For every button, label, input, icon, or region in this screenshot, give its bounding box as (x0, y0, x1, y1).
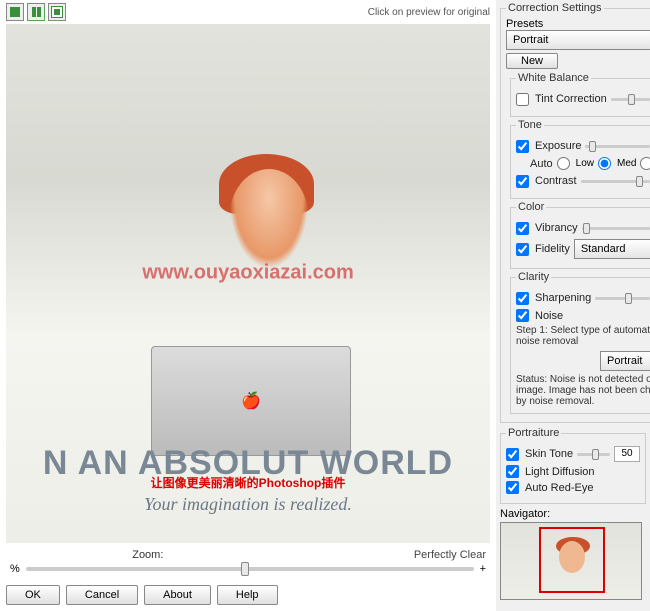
light-diffusion-label: Light Diffusion (525, 466, 595, 478)
tone-title: Tone (516, 119, 544, 131)
fidelity-label: Fidelity (535, 243, 570, 255)
portraiture-group: Portraiture Skin Tone 50 Light Diffusion… (500, 427, 646, 504)
cancel-button[interactable]: Cancel (66, 585, 138, 605)
zoom-max: + (480, 563, 486, 575)
tint-correction-label: Tint Correction (535, 93, 607, 105)
new-preset-button[interactable]: New (506, 53, 558, 69)
auto-med-label: Med (617, 158, 636, 169)
navigator-viewport-rect[interactable] (539, 527, 605, 593)
color-group: Color Vibrancy 1 Fidelity Standard (510, 201, 650, 269)
tint-slider[interactable] (611, 98, 650, 101)
watermark-text: www.ouyaoxiazai.com (142, 262, 354, 285)
skin-tone-checkbox[interactable] (506, 448, 519, 461)
auto-red-eye-checkbox[interactable] (506, 481, 519, 494)
about-button[interactable]: About (144, 585, 211, 605)
zoom-label: Zoom: (132, 549, 163, 561)
noise-step-text: Step 1: Select type of automatic noise r… (516, 325, 650, 347)
noise-status-text: Status: Noise is not detected on this im… (516, 374, 650, 407)
zoom-slider[interactable] (26, 567, 474, 571)
view-toolbar: Click on preview for original (0, 0, 496, 24)
portraiture-title: Portraiture (506, 427, 561, 439)
presets-select[interactable]: Portrait (506, 30, 650, 50)
brand-label: Perfectly Clear (414, 549, 486, 561)
vibrancy-checkbox[interactable] (516, 222, 529, 235)
navigator-thumbnail[interactable] (500, 522, 642, 600)
color-title: Color (516, 201, 546, 213)
clarity-title: Clarity (516, 271, 551, 283)
sharpening-label: Sharpening (535, 292, 591, 304)
correction-settings-title: Correction Settings (506, 2, 604, 14)
skin-tone-value[interactable]: 50 (614, 446, 640, 462)
white-balance-title: White Balance (516, 72, 591, 84)
sharpening-checkbox[interactable] (516, 292, 529, 305)
view-single-button[interactable] (6, 3, 24, 21)
auto-low-label: Low (576, 158, 594, 169)
preview-area[interactable]: 🍎 www.ouyaoxiazai.com N AN ABSOLUT WORLD… (6, 24, 490, 543)
view-full-button[interactable] (48, 3, 66, 21)
skin-tone-label: Skin Tone (525, 448, 573, 460)
auto-low-radio[interactable] (557, 157, 570, 170)
contrast-checkbox[interactable] (516, 175, 529, 188)
ok-button[interactable]: OK (6, 585, 60, 605)
exposure-slider[interactable] (585, 145, 650, 148)
vibrancy-label: Vibrancy (535, 222, 578, 234)
exposure-label: Exposure (535, 140, 581, 152)
noise-checkbox[interactable] (516, 309, 529, 322)
view-split-button[interactable] (27, 3, 45, 21)
contrast-label: Contrast (535, 175, 577, 187)
image-subline: Your imagination is realized. (6, 494, 490, 515)
image-caption-red: 让图像更美丽清晰的Photoshop插件 (151, 474, 346, 491)
white-balance-group: White Balance Tint Correction 50 (510, 72, 650, 117)
noise-type-select[interactable]: Portrait (600, 351, 650, 371)
light-diffusion-checkbox[interactable] (506, 465, 519, 478)
auto-red-eye-label: Auto Red-Eye (525, 482, 593, 494)
navigator-label: Navigator: (500, 508, 646, 520)
skin-tone-slider[interactable] (577, 453, 610, 456)
help-button[interactable]: Help (217, 585, 278, 605)
tint-correction-checkbox[interactable] (516, 93, 529, 106)
presets-label: Presets (506, 18, 543, 30)
contrast-slider[interactable] (581, 180, 650, 183)
apple-logo-icon: 🍎 (241, 391, 261, 411)
fidelity-select[interactable]: Standard (574, 239, 650, 259)
sharpening-slider[interactable] (595, 297, 650, 300)
vibrancy-slider[interactable] (582, 227, 650, 230)
exposure-checkbox[interactable] (516, 140, 529, 153)
correction-settings-group: Correction Settings Presets Portrait New… (500, 2, 650, 423)
auto-med-radio[interactable] (598, 157, 611, 170)
clarity-group: Clarity Sharpening 60 Noise Step 1: Sele… (510, 271, 650, 414)
auto-label: Auto (530, 158, 553, 170)
tone-group: Tone Exposure 0 Auto Low Med High Contra… (510, 119, 650, 199)
auto-high-radio[interactable] (640, 157, 650, 170)
fidelity-checkbox[interactable] (516, 243, 529, 256)
zoom-min: % (10, 563, 20, 575)
preview-hint: Click on preview for original (368, 7, 490, 18)
noise-label: Noise (535, 310, 563, 322)
